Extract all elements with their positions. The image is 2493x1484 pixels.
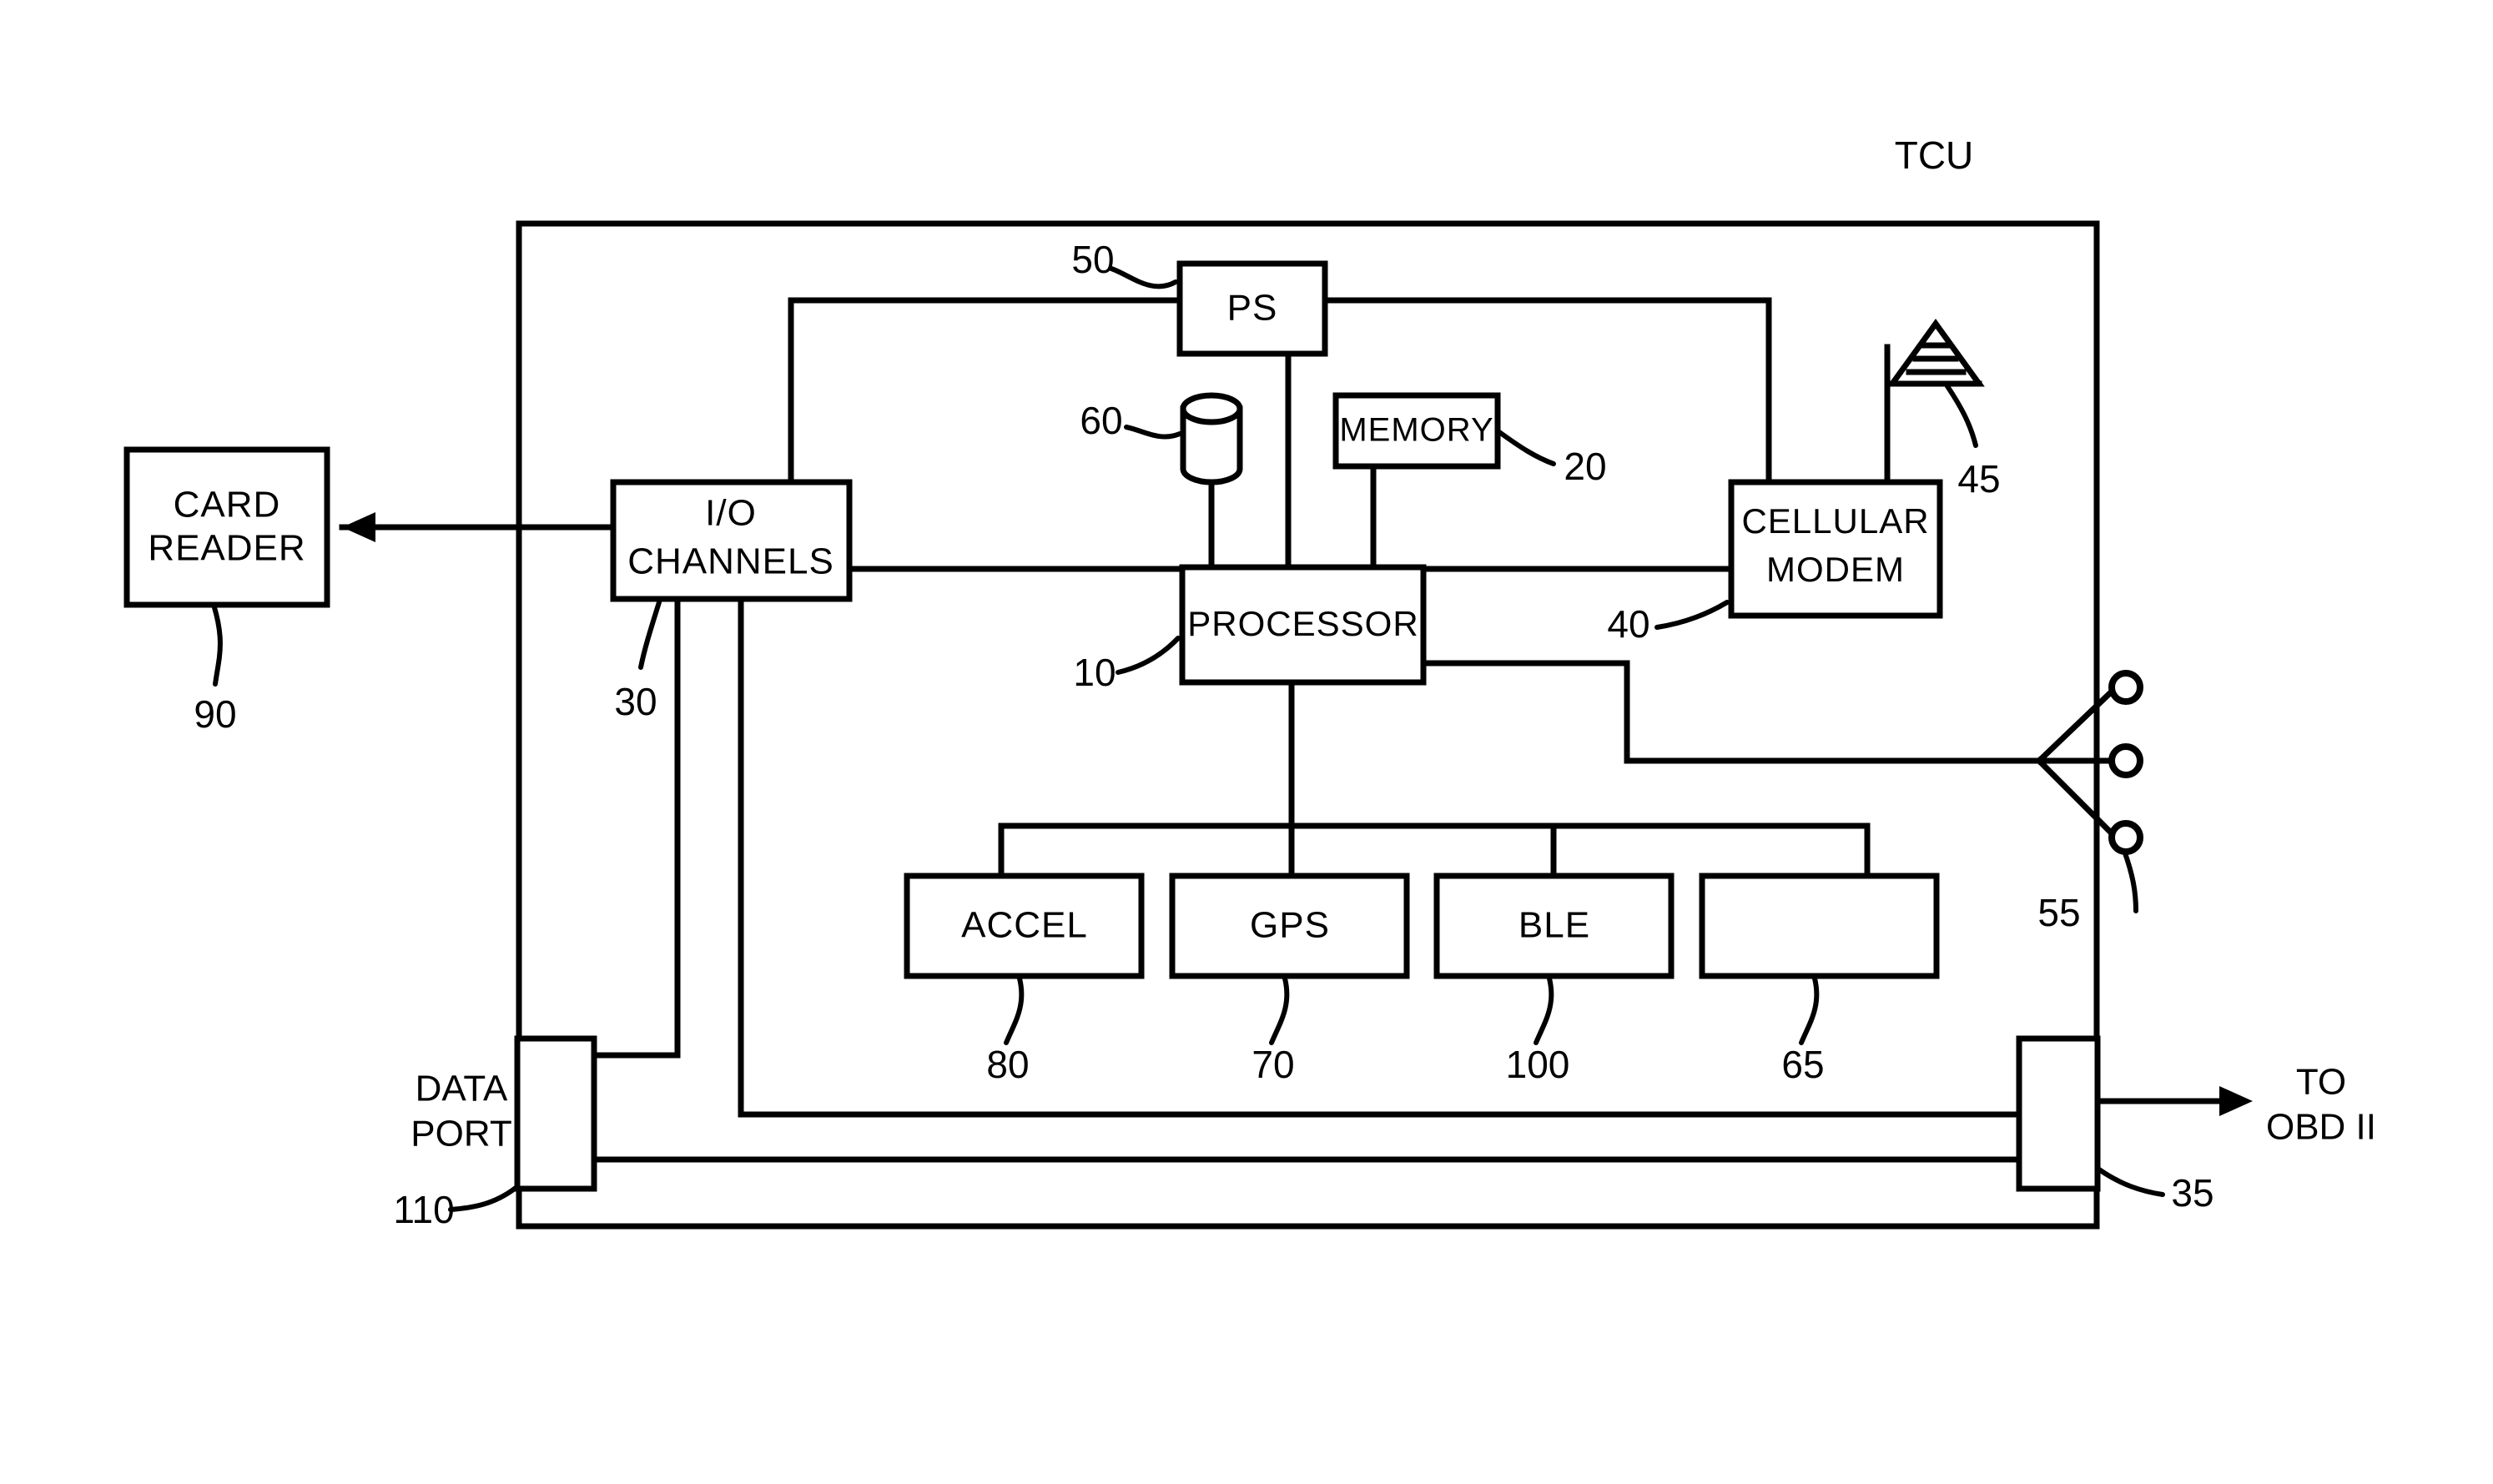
leader-memory [1497,430,1556,466]
cellular-modem-label-line1: CELLULAR [1741,501,1929,541]
leader-card-reader [211,602,223,687]
leader-accel [1004,976,1025,1045]
obd-label-line2: OBD II [2266,1107,2376,1148]
block-diagram-canvas: CARD READER 90 I/O CHANNELS 30 PS 50 60 … [123,133,2376,1231]
ref-data-port: 110 [393,1188,454,1231]
ref-ble: 100 [1506,1043,1570,1086]
block-accel[interactable]: ACCEL [904,873,1145,979]
block-memory[interactable]: MEMORY [1332,392,1501,470]
data-port-box[interactable] [514,1035,597,1192]
block-cellular-modem[interactable]: CELLULAR MODEM [1728,479,1943,619]
memory-label: MEMORY [1339,412,1493,449]
ps-label: PS [1227,288,1278,329]
leader-fanout [2122,848,2138,913]
block-io-channels[interactable]: I/O CHANNELS [610,479,853,602]
leader-spare-module [1799,976,1820,1045]
fanout-terminal-mid[interactable] [2108,743,2143,778]
arrowhead-card-reader [342,512,375,542]
leader-obd-connector [2097,1167,2165,1197]
battery-top-ellipse [1180,392,1243,425]
wire-io-to-data-port [591,596,681,1059]
accel-label: ACCEL [961,905,1088,946]
tcu-enclosure [516,220,2100,1230]
ref-spare-module: 65 [1781,1043,1824,1086]
gps-label: GPS [1250,905,1330,946]
ref-processor: 10 [1073,651,1116,694]
block-ble[interactable]: BLE [1433,873,1675,979]
arrowhead-obd [2219,1086,2253,1116]
block-processor[interactable]: PROCESSOR [1179,564,1427,686]
ref-gps: 70 [1252,1043,1294,1086]
ref-cellular-modem: 40 [1607,602,1649,646]
symbol-obd-connector[interactable] [2016,1035,2101,1192]
ble-label: BLE [1518,905,1590,946]
ref-antenna: 45 [1957,457,2000,501]
leader-io-channels [638,600,662,670]
fanout-terminal-top[interactable] [2108,670,2143,705]
ref-ps: 50 [1071,238,1114,281]
leader-antenna [1945,384,1978,448]
leader-processor [1116,636,1181,675]
fanout-branch-bottom [2035,757,2117,838]
wire-processor-to-fanout [1420,660,1996,764]
ref-obd-connector: 35 [2171,1171,2213,1215]
data-port-label-line2: PORT [410,1114,511,1155]
leader-cellular-modem [1654,600,1730,630]
data-port-label-line1: DATA [416,1069,508,1109]
io-channels-label-line2: CHANNELS [627,541,834,582]
block-gps[interactable]: GPS [1169,873,1410,979]
card-reader-label-line1: CARD [174,485,281,526]
block-card-reader[interactable]: CARD READER [123,446,330,608]
fanout-terminal-bottom[interactable] [2108,820,2143,855]
wire-io-to-ps [788,297,1183,485]
obd-connector-box[interactable] [2016,1035,2101,1192]
tcu-title: TCU [1895,133,1974,177]
block-ps[interactable]: PS [1176,260,1328,357]
symbol-data-port[interactable] [514,1035,597,1192]
ref-fanout: 55 [2037,891,2080,934]
leader-gps [1269,976,1290,1045]
block-spare-module[interactable] [1699,873,1940,979]
card-reader-label-line2: READER [148,528,305,569]
patent-figure: CARD READER 90 I/O CHANNELS 30 PS 50 60 … [0,0,2493,1484]
fanout-branch-top [2035,687,2117,765]
symbol-battery [1180,392,1243,485]
leader-ble [1534,976,1554,1045]
ref-accel: 80 [986,1043,1029,1086]
ref-card-reader: 90 [194,692,236,736]
ref-battery: 60 [1080,399,1122,442]
leader-ps [1109,266,1178,289]
leader-data-port [448,1185,518,1212]
leader-battery [1124,425,1182,440]
cellular-modem-label-line2: MODEM [1766,550,1905,589]
ref-io-channels: 30 [614,680,657,723]
io-channels-label-line1: I/O [705,493,757,534]
symbol-connector-fanout[interactable] [1989,670,2143,855]
ref-memory: 20 [1564,445,1606,488]
processor-label: PROCESSOR [1187,604,1418,643]
obd-label-line1: TO [2296,1062,2346,1103]
symbol-antenna [1886,319,1985,387]
spare-module-box[interactable] [1699,873,1940,979]
